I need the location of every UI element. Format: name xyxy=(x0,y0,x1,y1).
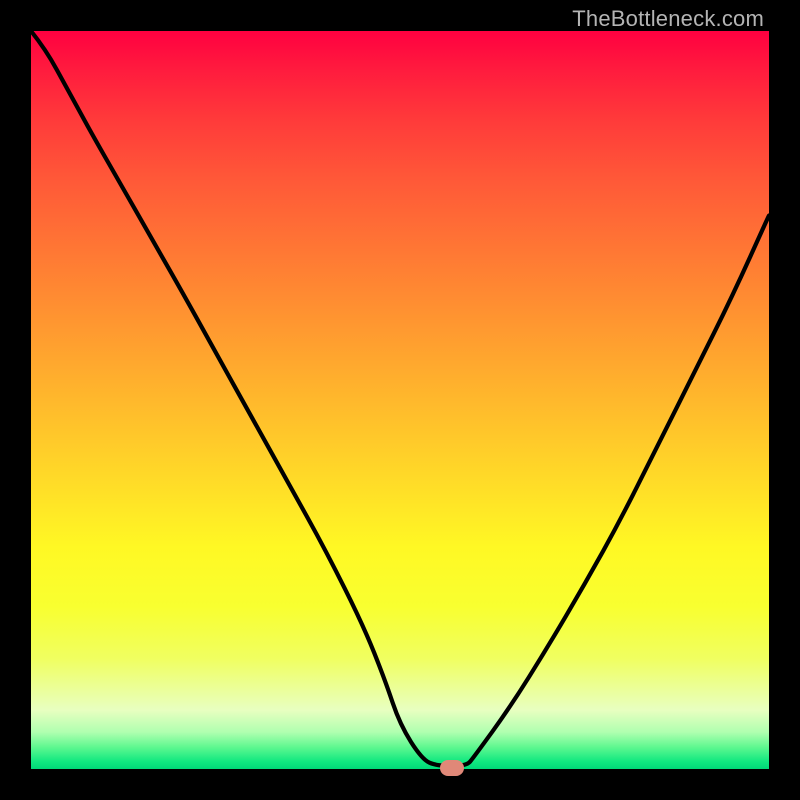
attribution-label: TheBottleneck.com xyxy=(572,6,764,32)
optimal-marker xyxy=(440,760,464,776)
chart-stage: TheBottleneck.com xyxy=(0,0,800,800)
plot-area xyxy=(31,31,769,769)
bottleneck-curve xyxy=(31,31,769,769)
